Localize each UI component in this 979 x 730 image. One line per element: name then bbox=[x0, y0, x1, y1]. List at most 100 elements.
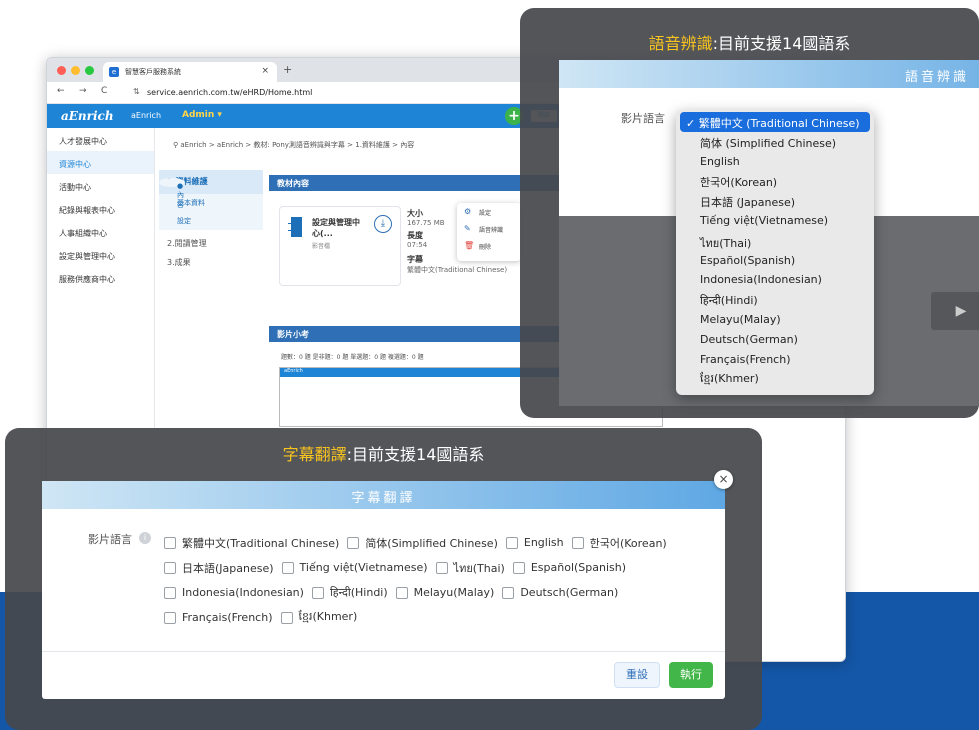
outline-section-results[interactable]: 3.成果 bbox=[159, 249, 263, 268]
app-logo[interactable]: aEnrich bbox=[61, 109, 114, 123]
forward-icon[interactable]: → bbox=[79, 86, 87, 96]
outline-section-reading[interactable]: 2.閱讀管理 bbox=[159, 230, 263, 249]
translation-language-list: 繁體中文(Traditional Chinese) 简体(Simplified … bbox=[164, 530, 684, 630]
checkbox-traditional-chinese[interactable]: 繁體中文(Traditional Chinese) bbox=[164, 535, 339, 551]
run-button[interactable]: 執行 bbox=[669, 662, 713, 688]
checkbox-box[interactable] bbox=[347, 536, 360, 549]
outline-item-basic[interactable]: 基本資料 bbox=[159, 194, 263, 212]
browser-tab[interactable]: e 智慧客戶服務系統 × bbox=[103, 62, 277, 82]
size-value: 167.75 MB bbox=[407, 219, 445, 227]
nav-item-settings[interactable]: 設定與管理中心 bbox=[47, 243, 154, 266]
close-icon[interactable]: × bbox=[714, 470, 733, 489]
admin-menu[interactable]: Admin ▾ bbox=[182, 110, 222, 120]
language-row: Français(French) ខ្មែរ(Khmer) bbox=[164, 605, 684, 630]
nav-item-talent[interactable]: 人才發展中心 bbox=[47, 128, 154, 151]
checkbox-simplified-chinese[interactable]: 简体(Simplified Chinese) bbox=[347, 535, 498, 551]
checkbox-german[interactable]: Deutsch(German) bbox=[502, 586, 618, 599]
option-thai[interactable]: ไทย(Thai) bbox=[680, 231, 870, 251]
nav-item-reports[interactable]: 紀錄與報表中心 bbox=[47, 197, 154, 220]
nav-item-hr-org[interactable]: 人事組織中心 bbox=[47, 220, 154, 243]
checkbox-box[interactable] bbox=[395, 586, 408, 599]
option-french[interactable]: Français(French) bbox=[680, 350, 870, 370]
option-indonesian[interactable]: Indonesia(Indonesian) bbox=[680, 270, 870, 290]
checkbox-label: Deutsch(German) bbox=[520, 586, 619, 599]
option-hindi[interactable]: हिन्दी(Hindi) bbox=[680, 290, 870, 310]
minimize-window-dot[interactable] bbox=[71, 66, 80, 75]
reset-button[interactable]: 重設 bbox=[614, 662, 660, 688]
option-vietnamese[interactable]: Tiếng việt(Vietnamese) bbox=[680, 211, 870, 231]
asr-overlay-title: 語音辨識:目前支援14國語系 bbox=[520, 30, 979, 54]
outline-item-settings[interactable]: 設定 bbox=[159, 212, 263, 230]
download-icon[interactable]: ⤓ bbox=[374, 215, 392, 233]
breadcrumb: ⚲ aEnrich > aEnrich > 教材: Pony測語音辨識與字幕 >… bbox=[173, 140, 414, 150]
breadcrumb-text[interactable]: aEnrich > aEnrich > 教材: Pony測語音辨識與字幕 > 1… bbox=[180, 141, 414, 149]
checkbox-spanish[interactable]: Español(Spanish) bbox=[512, 561, 626, 574]
play-icon[interactable]: ▶ bbox=[931, 292, 979, 330]
trash-icon: 🗑 bbox=[464, 241, 475, 250]
reload-icon[interactable]: C bbox=[101, 86, 107, 96]
option-japanese[interactable]: 日本語 (Japanese) bbox=[680, 191, 870, 211]
size-label: 大小 bbox=[407, 209, 423, 218]
menu-item-settings[interactable]: ⚙ 設定 bbox=[457, 203, 521, 220]
checkbox-indonesian[interactable]: Indonesia(Indonesian) bbox=[164, 586, 304, 599]
checkbox-box[interactable] bbox=[311, 586, 324, 599]
language-row: 日本語(Japanese) Tiếng việt(Vietnamese) ไทย… bbox=[164, 555, 684, 580]
checkbox-box[interactable] bbox=[164, 586, 176, 599]
nav-item-activities[interactable]: 活動中心 bbox=[47, 174, 154, 197]
checkbox-box[interactable] bbox=[505, 536, 518, 549]
checkbox-vietnamese[interactable]: Tiếng việt(Vietnamese) bbox=[281, 561, 428, 574]
option-simplified-chinese[interactable]: 简体 (Simplified Chinese) bbox=[680, 132, 870, 152]
option-malay[interactable]: Melayu(Malay) bbox=[680, 310, 870, 330]
menu-item-delete[interactable]: 🗑 刪除 bbox=[457, 237, 521, 254]
asr-title-highlight: 語音辨識 bbox=[648, 34, 713, 53]
close-window-dot[interactable] bbox=[57, 66, 66, 75]
checkbox-box[interactable] bbox=[281, 561, 294, 574]
checkbox-khmer[interactable]: ខ្មែរ(Khmer) bbox=[280, 609, 358, 626]
url-field[interactable]: ⇅ service.aenrich.com.tw/eHRD/Home.html bbox=[131, 85, 571, 101]
checkbox-english[interactable]: English bbox=[505, 536, 564, 549]
translation-title-rest: :目前支援14國語系 bbox=[346, 445, 485, 464]
outline-item-content[interactable]: 內容 bbox=[159, 178, 185, 209]
nav-item-vendors[interactable]: 服務供應商中心 bbox=[47, 266, 154, 289]
checkbox-hindi[interactable]: हिन्दी(Hindi) bbox=[311, 585, 388, 600]
option-khmer[interactable]: ខ្មែរ(Khmer) bbox=[680, 369, 870, 389]
checkbox-box[interactable] bbox=[435, 561, 448, 574]
org-selector[interactable]: aEnrich bbox=[131, 111, 161, 120]
checkbox-box[interactable] bbox=[164, 611, 176, 624]
back-icon[interactable]: ← bbox=[57, 86, 65, 96]
new-tab-icon[interactable]: + bbox=[283, 63, 292, 76]
checkbox-malay[interactable]: Melayu(Malay) bbox=[395, 586, 494, 599]
checkbox-french[interactable]: Français(French) bbox=[164, 611, 273, 624]
checkbox-korean[interactable]: 한국어(Korean) bbox=[571, 535, 667, 551]
checkbox-box[interactable] bbox=[571, 536, 584, 549]
option-german[interactable]: Deutsch(German) bbox=[680, 330, 870, 350]
option-korean[interactable]: 한국어(Korean) bbox=[680, 171, 870, 191]
site-info-icon[interactable]: ⇅ bbox=[133, 87, 140, 96]
length-value: 07:54 bbox=[407, 241, 428, 249]
menu-label-settings: 設定 bbox=[479, 210, 492, 217]
tab-title: 智慧客戶服務系統 bbox=[125, 68, 181, 76]
translation-overlay-title: 字幕翻譯:目前支援14國語系 bbox=[5, 441, 762, 465]
asr-language-label: 影片語言 bbox=[621, 112, 665, 125]
nav-item-resources[interactable]: 資源中心 bbox=[47, 151, 154, 174]
checkbox-japanese[interactable]: 日本語(Japanese) bbox=[164, 560, 274, 576]
info-icon[interactable]: i bbox=[139, 532, 151, 544]
checkbox-box[interactable] bbox=[512, 561, 525, 574]
checkbox-box[interactable] bbox=[164, 536, 176, 549]
media-card[interactable]: 設定與管理中心(... 影音檔 ⤓ bbox=[279, 206, 401, 286]
close-tab-icon[interactable]: × bbox=[261, 66, 269, 76]
url-text: service.aenrich.com.tw/eHRD/Home.html bbox=[147, 88, 313, 97]
option-traditional-chinese[interactable]: 繁體中文 (Traditional Chinese) bbox=[680, 112, 870, 132]
option-spanish[interactable]: Español(Spanish) bbox=[680, 251, 870, 271]
checkbox-box[interactable] bbox=[164, 561, 176, 574]
checkbox-box[interactable] bbox=[502, 586, 515, 599]
option-english[interactable]: English bbox=[680, 152, 870, 172]
subtitle-label: 字幕 bbox=[407, 255, 423, 264]
menu-item-asr[interactable]: ✎ 語音辨識 bbox=[457, 220, 521, 237]
checkbox-thai[interactable]: ไทย(Thai) bbox=[435, 559, 505, 577]
language-dropdown[interactable]: 繁體中文 (Traditional Chinese) 简体 (Simplifie… bbox=[676, 110, 874, 395]
maximize-window-dot[interactable] bbox=[85, 66, 94, 75]
checkbox-label: ខ្មែរ(Khmer) bbox=[298, 609, 358, 623]
checkbox-box[interactable] bbox=[280, 611, 293, 624]
translation-language-label: 影片語言 bbox=[88, 533, 132, 546]
